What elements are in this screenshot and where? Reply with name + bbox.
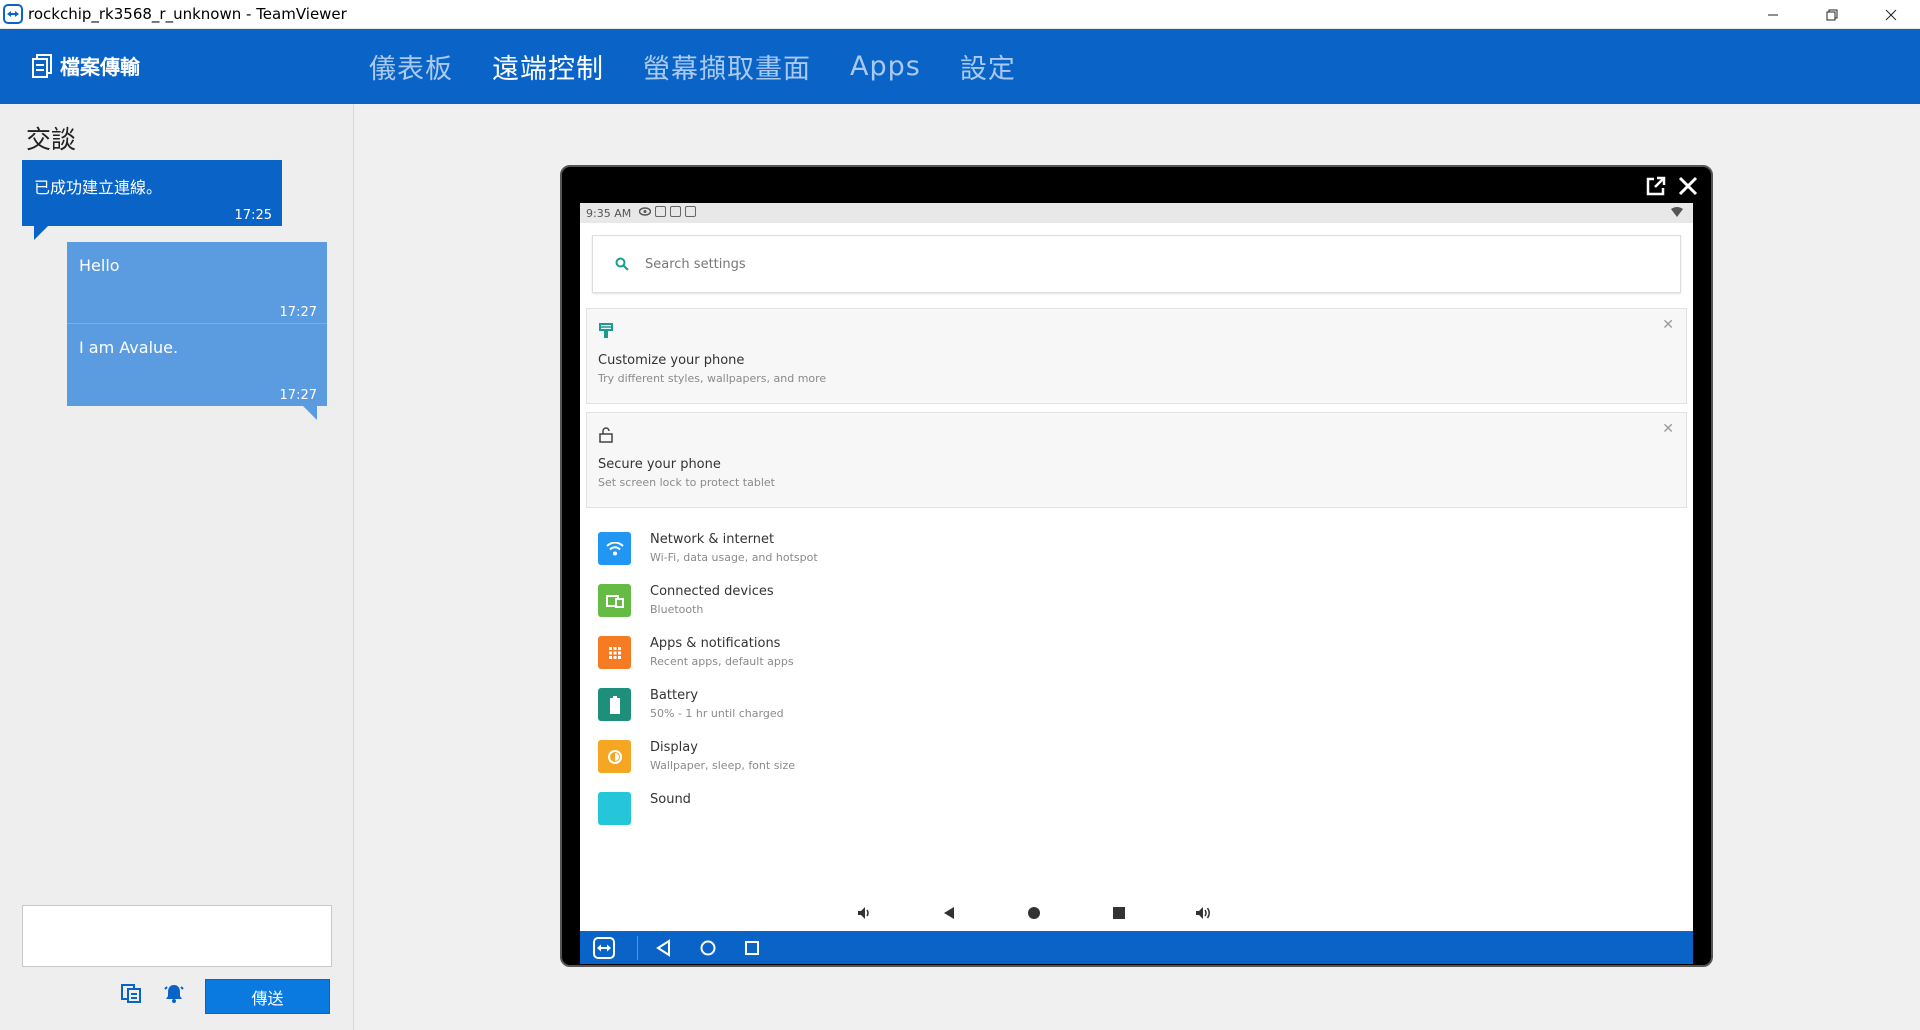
eye-icon xyxy=(638,206,652,220)
recents-icon[interactable] xyxy=(1109,904,1129,922)
wifi-status-icon xyxy=(1671,207,1683,220)
recents-icon[interactable] xyxy=(743,937,761,959)
lock-icon xyxy=(599,427,613,447)
search-settings-field[interactable]: Search settings xyxy=(592,235,1681,293)
dismiss-icon[interactable]: ✕ xyxy=(1662,421,1674,437)
search-icon xyxy=(615,257,629,271)
teamviewer-menu-icon[interactable] xyxy=(593,937,615,959)
message-time: 17:25 xyxy=(234,208,272,223)
home-icon[interactable] xyxy=(1024,904,1044,922)
system-message: 已成功建立連線。 17:25 xyxy=(22,160,282,240)
suggestion-subtitle: Try different styles, wallpapers, and mo… xyxy=(598,372,827,385)
toolbar-divider xyxy=(637,936,638,960)
setting-title: Battery xyxy=(650,688,699,703)
display-icon xyxy=(598,740,631,773)
close-icon[interactable] xyxy=(1677,175,1699,201)
suggestion-card[interactable]: Secure your phone Set screen lock to pro… xyxy=(586,412,1687,508)
setting-title: Sound xyxy=(650,792,691,807)
tab-settings[interactable]: 設定 xyxy=(960,47,1016,86)
remote-device-frame: 9:35 AM Search settings Customize your p… xyxy=(560,165,1713,967)
tab-dashboard[interactable]: 儀表板 xyxy=(369,47,453,86)
suggestion-subtitle: Set screen lock to protect tablet xyxy=(598,476,775,489)
teamviewer-logo-icon xyxy=(2,3,24,25)
message-text: 已成功建立連線。 xyxy=(34,178,163,197)
message-time: 17:27 xyxy=(279,305,317,320)
setting-item-network[interactable]: Network & internet Wi-Fi, data usage, an… xyxy=(598,522,1678,578)
message-text: I am Avalue. xyxy=(79,338,179,357)
close-icon xyxy=(1885,9,1896,20)
setting-subtitle: Wallpaper, sleep, font size xyxy=(650,759,796,772)
home-icon[interactable] xyxy=(699,937,717,959)
suggestion-card[interactable]: Customize your phone Try different style… xyxy=(586,308,1687,404)
message-time: 17:27 xyxy=(279,388,317,403)
setting-item-apps[interactable]: Apps & notifications Recent apps, defaul… xyxy=(598,626,1678,682)
minimize-button[interactable] xyxy=(1743,0,1802,29)
android-nav-bar xyxy=(580,895,1693,931)
battery-icon xyxy=(598,688,631,721)
android-status-bar: 9:35 AM xyxy=(580,203,1693,223)
file-transfer-button[interactable]: 檔案傳輸 xyxy=(32,51,140,80)
back-icon[interactable] xyxy=(939,904,959,922)
send-button[interactable]: 傳送 xyxy=(205,979,330,1014)
setting-subtitle: Recent apps, default apps xyxy=(650,655,794,668)
setting-title: Display xyxy=(650,740,698,755)
minimize-icon xyxy=(1767,14,1778,15)
restore-icon xyxy=(1826,9,1837,20)
top-navigation: 檔案傳輸 儀表板 遠端控制 螢幕擷取畫面 Apps 設定 xyxy=(0,29,1920,104)
window-title: rockchip_rk3568_r_unknown - TeamViewer xyxy=(28,5,347,23)
brush-icon xyxy=(599,323,613,343)
android-screen[interactable]: 9:35 AM Search settings Customize your p… xyxy=(580,203,1693,931)
chat-title: 交談 xyxy=(26,125,77,154)
tab-remote-control[interactable]: 遠端控制 xyxy=(492,47,604,86)
notification-icon xyxy=(655,206,667,217)
message-text: Hello xyxy=(79,256,120,275)
setting-title: Connected devices xyxy=(650,584,774,599)
suggestion-title: Secure your phone xyxy=(598,457,721,472)
wifi-icon xyxy=(598,532,631,565)
file-send-icon[interactable] xyxy=(118,980,144,1006)
notification-icon xyxy=(685,206,697,217)
close-button[interactable] xyxy=(1861,0,1920,29)
setting-subtitle: Wi-Fi, data usage, and hotspot xyxy=(650,551,818,564)
chat-input[interactable] xyxy=(22,905,332,967)
setting-item-display[interactable]: Display Wallpaper, sleep, font size xyxy=(598,730,1678,786)
file-transfer-label: 檔案傳輸 xyxy=(60,55,140,79)
remote-control-toolbar xyxy=(580,931,1693,964)
notification-icon xyxy=(670,206,682,217)
volume-down-icon[interactable] xyxy=(855,904,875,922)
chat-message: I am Avalue. 17:27 xyxy=(67,324,327,420)
volume-up-icon[interactable] xyxy=(1194,904,1214,922)
search-placeholder: Search settings xyxy=(645,256,746,272)
tab-screenshot[interactable]: 螢幕擷取畫面 xyxy=(643,47,811,86)
nav-tabs: 儀表板 遠端控制 螢幕擷取畫面 Apps 設定 xyxy=(369,29,1055,104)
file-transfer-icon xyxy=(32,53,52,78)
tab-apps[interactable]: Apps xyxy=(850,51,921,82)
status-time: 9:35 AM xyxy=(586,206,632,220)
restore-button[interactable] xyxy=(1802,0,1861,29)
sound-icon xyxy=(598,792,631,825)
setting-subtitle: 50% - 1 hr until charged xyxy=(650,707,784,720)
popout-icon[interactable] xyxy=(1645,175,1667,201)
chat-message: Hello 17:27 xyxy=(67,242,327,324)
setting-item-sound[interactable]: Sound xyxy=(598,782,1678,838)
setting-title: Network & internet xyxy=(650,532,775,547)
setting-item-connected-devices[interactable]: Connected devices Bluetooth xyxy=(598,574,1678,630)
back-icon[interactable] xyxy=(655,937,673,959)
chat-panel: 交談 已成功建立連線。 17:25 Hello 17:27 I am Avalu… xyxy=(0,104,354,1030)
setting-item-battery[interactable]: Battery 50% - 1 hr until charged xyxy=(598,678,1678,734)
setting-subtitle: Bluetooth xyxy=(650,603,704,616)
dismiss-icon[interactable]: ✕ xyxy=(1662,317,1674,333)
devices-icon xyxy=(598,584,631,617)
window-titlebar: rockchip_rk3568_r_unknown - TeamViewer xyxy=(0,0,1920,29)
bell-icon[interactable] xyxy=(161,980,187,1006)
suggestion-title: Customize your phone xyxy=(598,353,745,368)
apps-icon xyxy=(598,636,631,669)
setting-title: Apps & notifications xyxy=(650,636,781,651)
